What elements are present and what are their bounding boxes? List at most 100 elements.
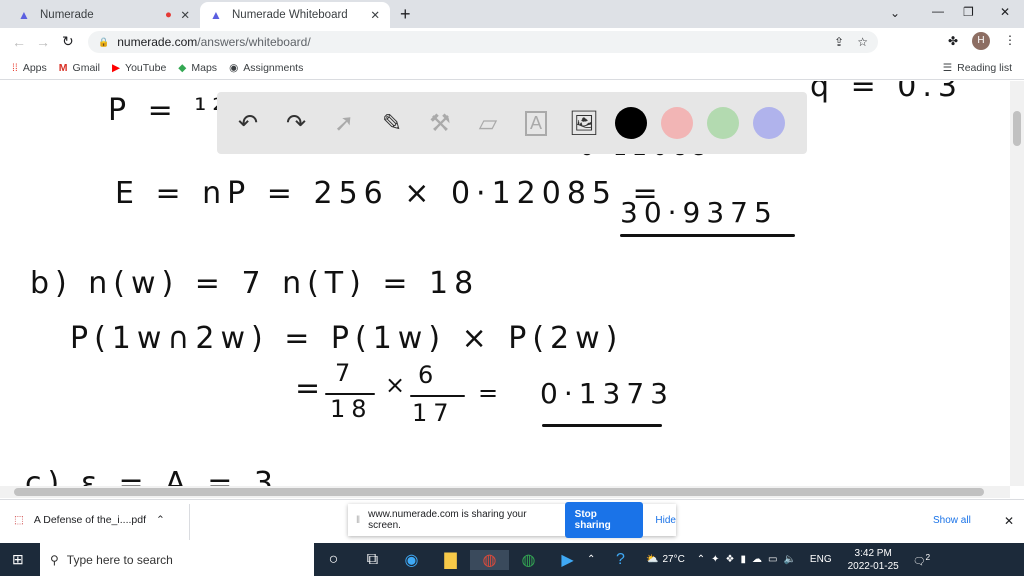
text-icon[interactable]: A: [519, 106, 553, 140]
close-window-button[interactable]: ✕: [1000, 5, 1010, 19]
gmail-icon: M: [58, 61, 68, 74]
color-pink[interactable]: [661, 107, 693, 139]
tray-icons[interactable]: ⌃✦❖▮☁▭🔈: [697, 554, 802, 565]
reading-list-icon: ☰: [942, 61, 953, 74]
tab-whiteboard[interactable]: ▲ Numerade Whiteboard ✕: [200, 2, 390, 28]
clock[interactable]: 3:42 PM 2022-01-25: [848, 547, 899, 573]
bookmark-maps[interactable]: ◆ Maps: [178, 62, 217, 74]
pen-icon[interactable]: ✎: [375, 106, 409, 140]
taskbar: ⊞ ⚲ Type here to search ○ ⧉ ◉ ▇ ◍ ◍ ▶ ⌃ ?…: [0, 543, 1024, 576]
edge-icon[interactable]: ◉: [392, 550, 431, 570]
scroll-thumb[interactable]: [14, 488, 984, 496]
task-view-icon[interactable]: ⧉: [353, 551, 392, 569]
close-tab-icon[interactable]: ✕: [370, 8, 380, 22]
handwriting-line: P(1w∩2w) = P(1w) × P(2w): [70, 321, 624, 356]
handwriting-line: b) n(w) = 7 n(T) = 18: [30, 266, 480, 301]
divider: [189, 504, 190, 540]
fraction-numerator: 6: [418, 361, 440, 389]
bookmark-gmail[interactable]: M Gmail: [59, 62, 100, 74]
windows-start-icon[interactable]: ⊞: [12, 551, 24, 568]
new-tab-button[interactable]: +: [400, 4, 411, 25]
chrome-icon[interactable]: ◍: [470, 549, 509, 570]
handwriting-line: ×: [385, 371, 412, 399]
bookmark-label: Assignments: [243, 61, 304, 74]
extensions-icon[interactable]: ✤: [948, 34, 958, 48]
tab-search-icon[interactable]: ⌄: [890, 6, 900, 20]
share-icon[interactable]: ⇪: [834, 35, 844, 49]
notification-icon[interactable]: 🗨2: [913, 552, 930, 567]
tab-title: Numerade: [40, 9, 94, 21]
bookmark-youtube[interactable]: ▶ YouTube: [112, 62, 166, 74]
stop-sharing-button[interactable]: Stop sharing: [564, 502, 644, 538]
fraction-bar: [410, 395, 465, 397]
reading-list[interactable]: ☰ Reading list: [943, 62, 1012, 74]
clock-date: 2022-01-25: [847, 560, 899, 572]
reading-list-label: Reading list: [957, 61, 1012, 74]
show-all-button[interactable]: Show all: [933, 515, 971, 526]
forward-button[interactable]: →: [36, 34, 50, 50]
bookmark-assignments[interactable]: ◉ Assignments: [229, 62, 303, 74]
address-bar-row: ← → ↻ 🔒 numerade.com/answers/whiteboard/…: [0, 28, 1024, 56]
prob-result: 0·1373: [540, 377, 674, 410]
menu-icon[interactable]: ⋮: [1004, 33, 1016, 47]
bookmark-star-icon[interactable]: ☆: [857, 35, 868, 49]
color-lavender[interactable]: [753, 107, 785, 139]
close-download-bar[interactable]: ✕: [1004, 514, 1014, 528]
help-icon[interactable]: ?: [601, 551, 640, 569]
reload-button[interactable]: ↻: [62, 33, 74, 50]
redo-icon[interactable]: ↷: [279, 106, 313, 140]
fraction-denominator: 17: [412, 399, 455, 427]
bookmark-apps[interactable]: ⁞⁞ Apps: [12, 62, 47, 74]
recording-icon: ●: [165, 9, 172, 21]
drag-handle-icon[interactable]: ‖: [356, 515, 360, 526]
bookmark-label: Gmail: [72, 61, 100, 74]
numerade-icon: ▲: [18, 8, 30, 22]
cortana-icon[interactable]: ○: [314, 551, 353, 569]
back-button[interactable]: ←: [12, 34, 26, 50]
media-player-icon[interactable]: ▶: [548, 550, 587, 570]
notification-count: 2: [925, 551, 931, 562]
restore-button[interactable]: ❐: [963, 5, 974, 19]
overflow-icon[interactable]: ⌃: [587, 554, 601, 565]
chevron-up-icon[interactable]: ⌃: [156, 514, 165, 526]
close-tab-icon[interactable]: ✕: [180, 8, 190, 22]
bookmark-label: YouTube: [125, 61, 167, 74]
eraser-icon[interactable]: ▱: [471, 106, 505, 140]
weather-temp[interactable]: 27°C: [662, 554, 684, 565]
pointer-icon[interactable]: ➚: [327, 106, 361, 140]
file-explorer-icon[interactable]: ▇: [431, 550, 470, 570]
url-field[interactable]: 🔒 numerade.com/answers/whiteboard/ ⇪ ☆: [88, 31, 878, 53]
download-item[interactable]: ⬚ A Defense of the_i....pdf ⌃: [14, 514, 165, 526]
language-indicator[interactable]: ENG: [810, 554, 832, 565]
hide-button[interactable]: Hide: [655, 515, 676, 526]
tab-numerade[interactable]: ▲ Numerade ● ✕: [8, 2, 198, 28]
vertical-scrollbar[interactable]: [1010, 81, 1024, 486]
handwriting-line: E = nP = 256 × 0·12085 =: [115, 176, 664, 211]
search-placeholder: Type here to search: [66, 552, 173, 567]
clock-time: 3:42 PM: [854, 547, 892, 559]
horizontal-scrollbar[interactable]: [0, 486, 1010, 498]
globe-icon: ◉: [229, 61, 239, 74]
image-icon[interactable]: 🖼: [567, 106, 601, 140]
minimize-button[interactable]: —: [932, 4, 944, 18]
screen-share-notice: ‖ www.numerade.com is sharing your scree…: [348, 502, 676, 538]
tools-icon[interactable]: ⚒: [423, 106, 457, 140]
bookmark-label: Maps: [191, 61, 218, 74]
taskbar-search[interactable]: ⚲ Type here to search: [40, 543, 314, 576]
tab-title: Numerade Whiteboard: [232, 9, 348, 21]
color-black[interactable]: [615, 107, 647, 139]
scroll-thumb[interactable]: [1013, 111, 1021, 146]
chrome-profile-icon[interactable]: ◍: [509, 550, 548, 570]
color-green[interactable]: [707, 107, 739, 139]
weather-icon[interactable]: ⛅: [646, 554, 658, 565]
avatar[interactable]: H: [972, 32, 990, 50]
undo-icon[interactable]: ↶: [231, 106, 265, 140]
bookmarks-bar: ⁞⁞ Apps M Gmail ▶ YouTube ◆ Maps ◉ Assignment…: [0, 56, 1024, 80]
handwriting-line: q = 0.3: [810, 81, 963, 104]
lock-icon: 🔒: [98, 36, 110, 47]
share-message: www.numerade.com is sharing your screen.: [368, 509, 527, 531]
handwriting-line: =: [295, 371, 327, 406]
numerade-icon: ▲: [210, 8, 222, 22]
url-domain: numerade.com: [117, 35, 198, 49]
tab-bar: ▲ Numerade ● ✕ ▲ Numerade Whiteboard ✕ +…: [0, 0, 1024, 28]
